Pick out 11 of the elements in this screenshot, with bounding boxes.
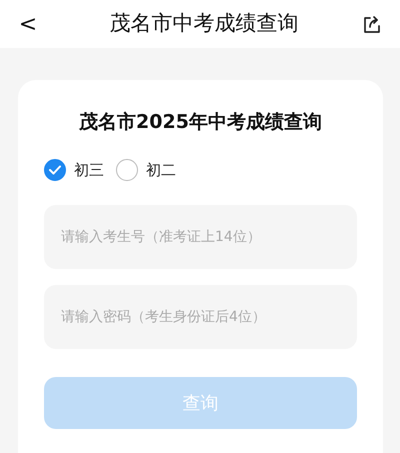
radio-label: 初三 [74, 160, 104, 180]
card-title: 茂名市2025年中考成绩查询 [78, 110, 323, 135]
radio-button[interactable] [116, 158, 138, 181]
share-icon [362, 14, 382, 35]
radio-label: 初二 [146, 160, 176, 180]
check-icon [49, 164, 61, 175]
radio-button[interactable] [44, 158, 66, 181]
page-title: 茂名市中考成绩查询 [110, 10, 298, 38]
back-button[interactable]: < [8, 8, 48, 40]
input-field[interactable]: 请输入考生号（准考证上14位） [44, 205, 357, 269]
input-field[interactable]: 请输入密码（考生身份证后4位） [44, 285, 357, 349]
